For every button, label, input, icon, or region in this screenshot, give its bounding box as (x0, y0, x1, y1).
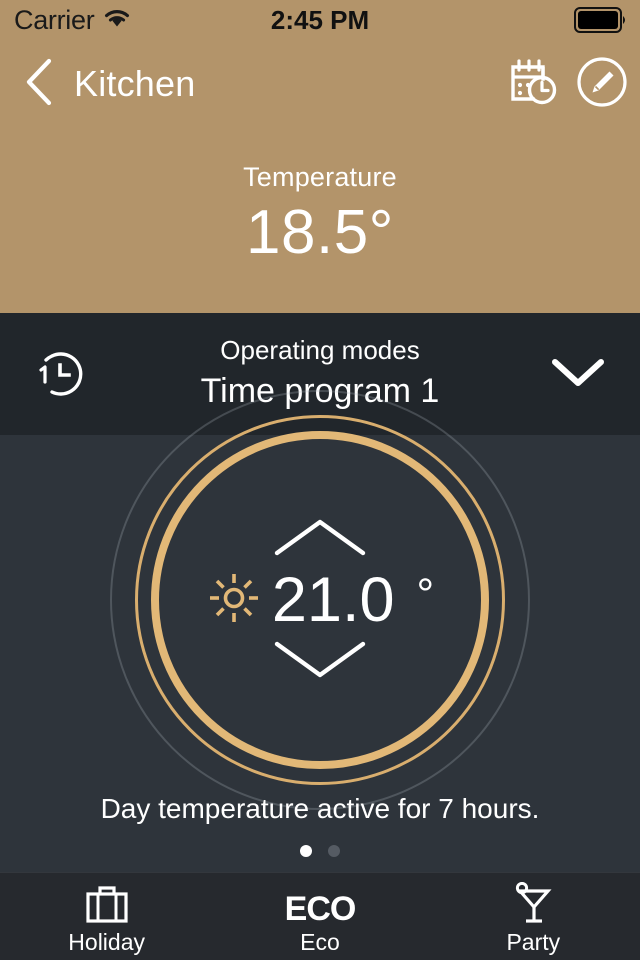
tab-eco[interactable]: ECO Eco (213, 873, 426, 960)
tab-label-holiday: Holiday (68, 928, 146, 955)
decrease-temperature-button[interactable] (272, 638, 368, 685)
battery-full-icon (574, 7, 628, 33)
chevron-down-icon (272, 641, 368, 684)
current-temperature-panel: Temperature 18.5° (0, 128, 640, 313)
schedule-button[interactable] (506, 56, 562, 112)
setpoint-status-text: Day temperature active for 7 hours. (100, 793, 540, 824)
chevron-up-icon (272, 519, 368, 562)
pencil-circle-icon (576, 56, 628, 113)
dial-content: 21.0 ° (110, 390, 530, 810)
edit-button[interactable] (574, 56, 630, 112)
calendar-clock-icon (508, 57, 560, 112)
setpoint-degree-symbol: ° (416, 569, 435, 619)
thermostat-screen: Carrier 2:45 PM Kitchen Temperature 18.5… (0, 0, 640, 960)
page-dot-2[interactable] (328, 845, 340, 857)
current-temperature-label: Temperature (243, 162, 397, 192)
page-indicator[interactable] (0, 845, 640, 857)
navigation-bar: Kitchen (0, 40, 640, 128)
eco-icon-text: ECO (284, 890, 357, 929)
clock-label: 2:45 PM (270, 4, 370, 35)
tab-holiday[interactable]: Holiday (0, 873, 213, 960)
tab-label-party: Party (506, 928, 561, 955)
increase-temperature-button[interactable] (272, 516, 368, 563)
tab-label-eco: Eco (300, 928, 340, 955)
setpoint-row: 21.0 ° (206, 564, 435, 635)
setpoint-value: 21.0 (271, 564, 395, 635)
page-title: Kitchen (74, 63, 196, 104)
cocktail-glass-icon (510, 881, 556, 926)
status-bar: Carrier 2:45 PM (0, 0, 640, 40)
eco-text-icon: ECO (284, 882, 357, 929)
back-button[interactable] (10, 55, 68, 113)
expand-modes-button[interactable] (546, 349, 610, 399)
tab-party[interactable]: Party (427, 873, 640, 960)
chevron-down-icon (550, 355, 606, 394)
sun-icon (206, 570, 262, 631)
operating-modes-caption: Operating modes (220, 335, 420, 365)
suitcase-icon (84, 882, 130, 926)
navigation-actions (506, 56, 630, 112)
tab-bar: Holiday ECO Eco Party (0, 872, 640, 960)
temperature-dial[interactable]: 21.0 ° (110, 390, 530, 810)
page-dot-1[interactable] (300, 845, 312, 857)
current-temperature-value: 18.5° (246, 198, 394, 267)
chevron-left-icon (22, 56, 56, 113)
